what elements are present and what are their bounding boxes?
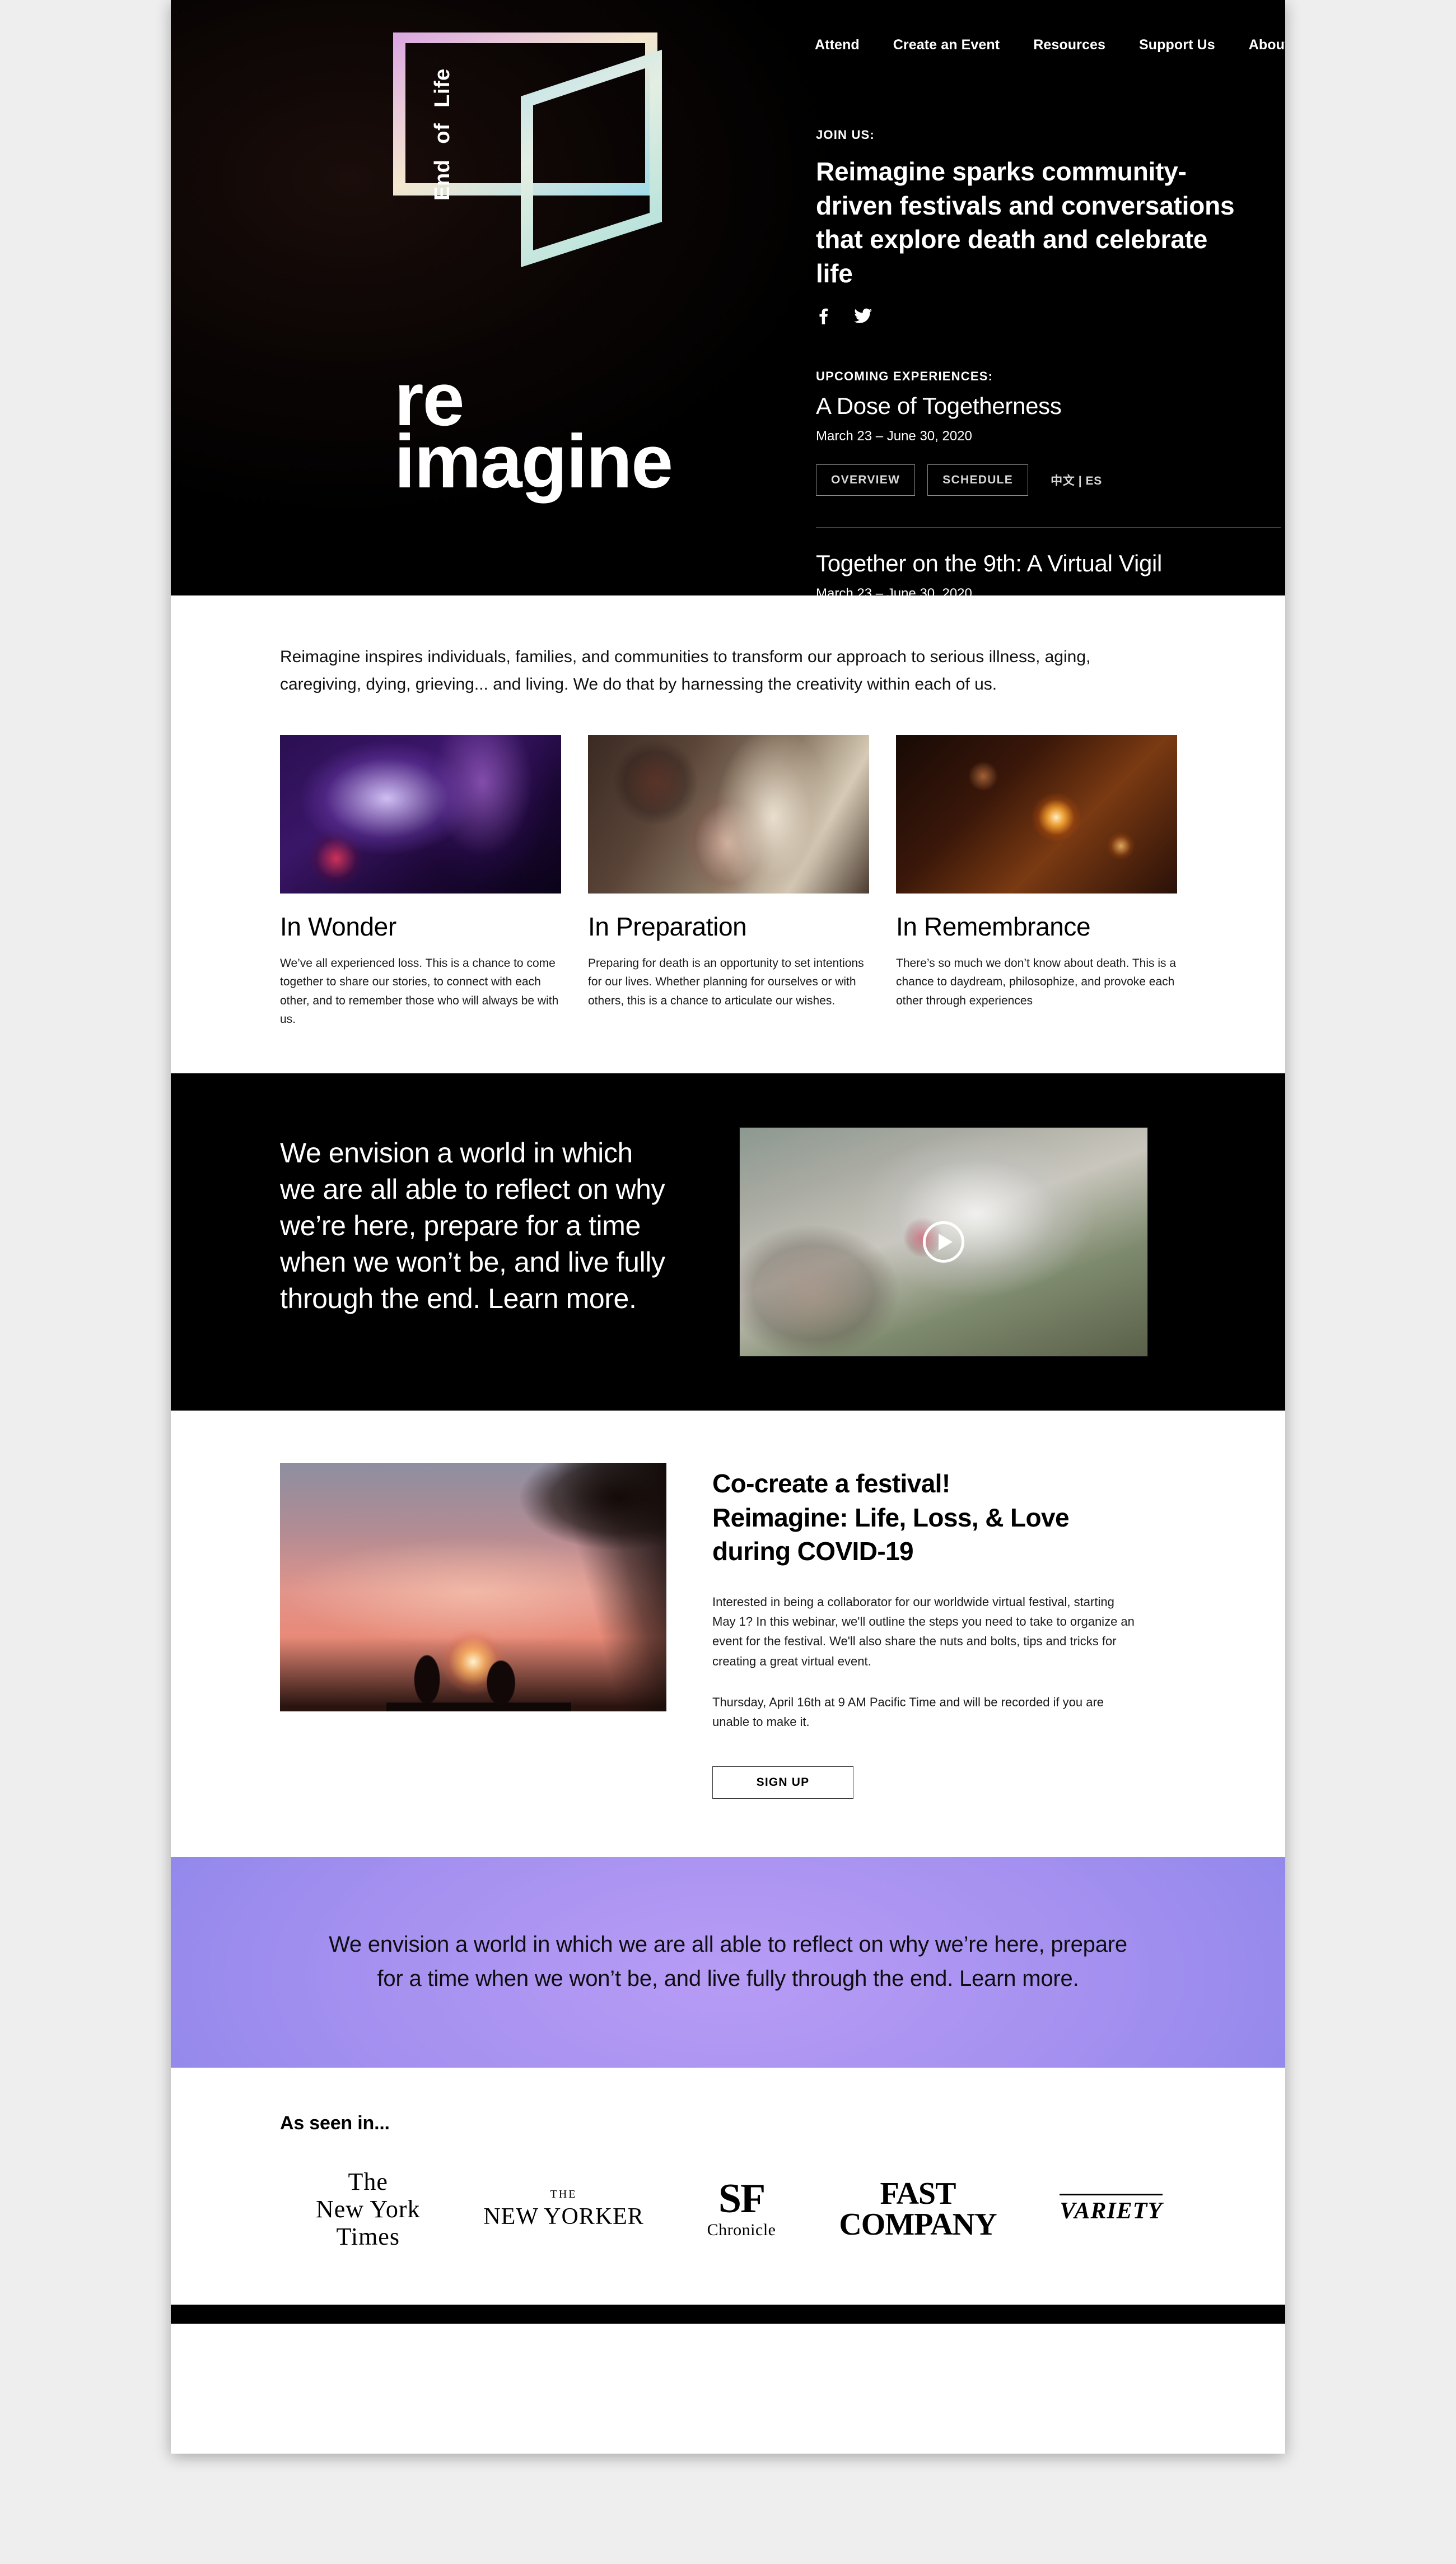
festival-section: Co-create a festival! Reimagine: Life, L… <box>171 1410 1285 1858</box>
festival-content: Co-create a festival! Reimagine: Life, L… <box>712 1463 1176 1799</box>
experience-card-2: Together on the 9th: A Virtual Vigil Mar… <box>816 550 1285 595</box>
theme-card-description: There’s so much we don’t know about deat… <box>896 957 1177 1007</box>
festival-body: Interested in being a collaborator for o… <box>712 1595 1135 1668</box>
theme-card-title: In Remembrance <box>896 912 1091 942</box>
vision-video-player[interactable] <box>739 1127 1148 1357</box>
vision-statement: We envision a world in which we are all … <box>280 1137 665 1314</box>
nav-item-support-us[interactable]: Support Us <box>1139 37 1215 53</box>
theme-card-description: Preparing for death is an opportunity to… <box>588 957 864 1007</box>
theme-card-image <box>588 735 869 894</box>
language-links[interactable]: 中文 | ES <box>1051 472 1102 488</box>
logo-wordmark: re imagine <box>394 361 673 504</box>
hero-headline: Reimagine sparks community-driven festiv… <box>816 157 1235 288</box>
fast-line2: COMPANY <box>839 2207 997 2242</box>
festival-datetime: Thursday, April 16th at 9 AM Pacific Tim… <box>712 1695 1104 1729</box>
press-logo-variety[interactable]: VARIETY <box>1060 2194 1163 2225</box>
theme-card-title: In Preparation <box>588 912 747 942</box>
experience-divider <box>816 527 1281 528</box>
press-logo-row: The New York Times THE NEW YORKER SF Chr… <box>280 2168 1176 2251</box>
theme-card-description: We’ve all experienced loss. This is a ch… <box>280 957 559 1026</box>
experience-title: A Dose of Togetherness <box>816 392 1062 419</box>
vision-banner: We envision a world in which we are all … <box>171 1857 1285 2068</box>
festival-title-line3: during COVID-19 <box>712 1537 914 1566</box>
theme-card-in-remembrance[interactable]: In Remembrance There’s so much we don’t … <box>896 735 1177 1029</box>
logo-window-glyph <box>393 32 662 268</box>
festival-people-silhouette <box>386 1627 571 1711</box>
press-logo-sf-chronicle[interactable]: SF Chronicle <box>707 2175 776 2240</box>
play-icon[interactable] <box>923 1221 964 1263</box>
theme-card-image <box>896 735 1177 894</box>
experience-title: Together on the 9th: A Virtual Vigil <box>816 550 1163 576</box>
experience-date: March 23 – June 30, 2020 <box>816 428 972 444</box>
sf-line1: SF <box>718 2175 766 2222</box>
site-logo[interactable]: End of Life re imagine <box>393 32 706 499</box>
social-links <box>816 308 1285 324</box>
sf-line2: Chronicle <box>707 2220 776 2239</box>
fast-line1: FAST <box>880 2176 956 2211</box>
upcoming-experiences: UPCOMING EXPERIENCES: A Dose of Together… <box>816 369 1285 595</box>
nyt-line2: New York <box>316 2195 421 2223</box>
experience-date: March 23 – June 30, 2020 <box>816 585 972 595</box>
logo-wordmark-line2: imagine <box>394 418 673 504</box>
play-triangle <box>939 1233 953 1250</box>
press-heading: As seen in... <box>280 2112 390 2134</box>
overview-button[interactable]: OVERVIEW <box>816 464 916 496</box>
intro-paragraph: Reimagine inspires individuals, families… <box>280 648 1091 694</box>
festival-title-line1: Co-create a festival! <box>712 1468 950 1498</box>
twitter-link[interactable] <box>854 308 872 324</box>
hero-section: Attend Create an Event Resources Support… <box>171 0 1285 595</box>
main-navigation: Attend Create an Event Resources Support… <box>815 35 1285 55</box>
theme-card-title: In Wonder <box>280 912 396 942</box>
footer-strip <box>171 2304 1285 2324</box>
nyt-line3: Times <box>336 2223 400 2251</box>
press-logo-fast-company[interactable]: FAST COMPANY <box>839 2176 997 2242</box>
nav-item-about[interactable]: About <box>1249 37 1285 53</box>
intro-section: Reimagine inspires individuals, families… <box>171 595 1285 1073</box>
vision-banner-text: We envision a world in which we are all … <box>329 1932 1127 1991</box>
newyorker-line2: NEW YORKER <box>483 2204 644 2230</box>
festival-title: Co-create a festival! Reimagine: Life, L… <box>712 1467 1176 1569</box>
experience-actions: OVERVIEW SCHEDULE 中文 | ES <box>816 464 1285 496</box>
facebook-icon <box>819 308 828 324</box>
press-section: As seen in... The New York Times THE NEW… <box>171 2067 1285 2305</box>
nav-item-attend[interactable]: Attend <box>815 37 860 53</box>
press-logo-the-new-yorker[interactable]: THE NEW YORKER <box>483 2188 644 2230</box>
page-root: Attend Create an Event Resources Support… <box>0 0 1456 2564</box>
newyorker-line1: THE <box>550 2188 577 2201</box>
theme-card-in-wonder[interactable]: In Wonder We’ve all experienced loss. Th… <box>280 735 561 1029</box>
festival-image <box>280 1463 666 1711</box>
vision-section: We envision a world in which we are all … <box>171 1073 1285 1411</box>
hero-eyebrow: JOIN US: <box>816 128 875 142</box>
nav-item-resources[interactable]: Resources <box>1033 37 1105 53</box>
theme-cards: In Wonder We’ve all experienced loss. Th… <box>280 735 1177 1029</box>
signup-button[interactable]: SIGN UP <box>712 1766 853 1799</box>
website-frame: Attend Create an Event Resources Support… <box>171 0 1285 2454</box>
schedule-button[interactable]: SCHEDULE <box>927 464 1029 496</box>
experience-card-1: A Dose of Togetherness March 23 – June 3… <box>816 393 1285 498</box>
reimagine-logo-mark: End of Life re imagine <box>393 32 689 499</box>
hero-content: JOIN US: Reimagine sparks community-driv… <box>816 128 1285 595</box>
facebook-link[interactable] <box>816 308 830 324</box>
theme-card-image <box>280 735 561 894</box>
festival-title-line2: Reimagine: Life, Loss, & Love <box>712 1502 1070 1532</box>
nav-item-create-an-event[interactable]: Create an Event <box>893 37 1000 53</box>
twitter-icon <box>854 308 872 323</box>
nyt-line1: The <box>348 2167 388 2195</box>
theme-card-in-preparation[interactable]: In Preparation Preparing for death is an… <box>588 735 869 1029</box>
press-logo-the-new-york-times[interactable]: The New York Times <box>316 2168 420 2251</box>
upcoming-experiences-label: UPCOMING EXPERIENCES: <box>816 369 993 383</box>
